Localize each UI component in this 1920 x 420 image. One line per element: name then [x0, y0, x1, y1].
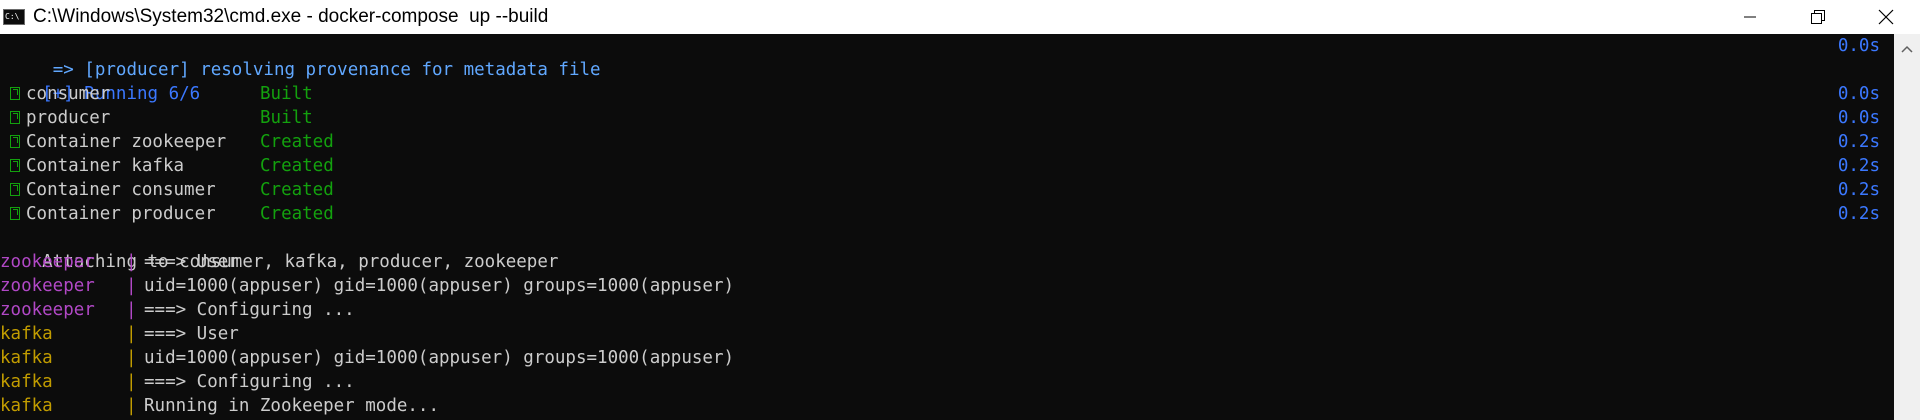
check-icon: [10, 207, 20, 220]
restore-icon: [1811, 10, 1825, 24]
attaching-line: Attaching to consumer, kafka, producer, …: [0, 226, 1894, 272]
task-time: 0.2s: [1837, 204, 1880, 224]
log-service-prefix: kafka: [0, 396, 53, 416]
log-line: zookeeper | ===> User: [0, 250, 1894, 274]
log-list: zookeeper | ===> User zookeeper | uid=1000(ap…: [0, 250, 1894, 418]
task-time: 0.2s: [1837, 132, 1880, 152]
log-message: ===> User: [144, 252, 239, 272]
task-status: Created: [260, 156, 334, 176]
log-line: zookeeper | uid=1000(appuser) gid=1000(app…: [0, 274, 1894, 298]
log-separator: |: [126, 324, 137, 344]
log-message: Running in Zookeeper mode...: [144, 396, 440, 416]
log-line: zookeeper | ===> Configuring ...: [0, 298, 1894, 322]
log-service-prefix: zookeeper: [0, 252, 95, 272]
cmd-app-icon[interactable]: C:\: [3, 9, 25, 25]
log-service-prefix: kafka: [0, 324, 53, 344]
check-icon: [10, 183, 20, 196]
build-step-time: 0.0s: [1837, 36, 1880, 56]
minimize-icon: [1744, 16, 1756, 18]
log-message: ===> Configuring ...: [144, 372, 355, 392]
log-service-prefix: kafka: [0, 372, 53, 392]
log-separator: |: [126, 396, 137, 416]
chevron-up-icon: [1901, 45, 1913, 53]
log-separator: |: [126, 348, 137, 368]
task-line: consumer Built 0.0s: [0, 82, 1894, 106]
task-status: Built: [260, 84, 313, 104]
task-status: Created: [260, 132, 334, 152]
task-time: 0.2s: [1837, 156, 1880, 176]
task-status: Built: [260, 108, 313, 128]
window-title: C:\Windows\System32\cmd.exe - docker-com…: [33, 6, 549, 27]
maximize-button[interactable]: [1784, 0, 1852, 34]
task-name: Container producer: [26, 204, 216, 224]
close-icon: [1878, 9, 1894, 25]
log-separator: |: [126, 300, 137, 320]
running-line: [+] Running 6/6: [0, 58, 1894, 104]
log-service-prefix: zookeeper: [0, 300, 95, 320]
task-status: Created: [260, 204, 334, 224]
task-time: 0.0s: [1837, 108, 1880, 128]
check-icon: [10, 87, 20, 100]
log-service-prefix: zookeeper: [0, 276, 95, 296]
log-message: uid=1000(appuser) gid=1000(appuser) grou…: [144, 348, 735, 368]
log-separator: |: [126, 276, 137, 296]
log-line: kafka | Running in Zookeeper mode...: [0, 394, 1894, 418]
task-line: Container producer Created 0.2s: [0, 202, 1894, 226]
check-icon: [10, 111, 20, 124]
vertical-scrollbar[interactable]: [1894, 34, 1920, 420]
task-time: 0.2s: [1837, 180, 1880, 200]
task-line: Container kafka Created 0.2s: [0, 154, 1894, 178]
task-name: Container consumer: [26, 180, 216, 200]
scroll-up-button[interactable]: [1894, 38, 1920, 60]
close-button[interactable]: [1852, 0, 1920, 34]
task-name: consumer: [26, 84, 111, 104]
log-message: uid=1000(appuser) gid=1000(appuser) grou…: [144, 276, 735, 296]
window-controls: [1716, 0, 1920, 34]
title-bar[interactable]: C:\ C:\Windows\System32\cmd.exe - docker…: [0, 0, 1920, 34]
task-line: Container zookeeper Created 0.2s: [0, 130, 1894, 154]
log-line: kafka | uid=1000(appuser) gid=1000(appuser…: [0, 346, 1894, 370]
check-icon: [10, 159, 20, 172]
check-icon: [10, 135, 20, 148]
log-message: ===> User: [144, 324, 239, 344]
minimize-button[interactable]: [1716, 0, 1784, 34]
build-step-line: => [producer] resolving provenance for m…: [0, 34, 1894, 80]
task-status: Created: [260, 180, 334, 200]
task-name: Container kafka: [26, 156, 185, 176]
task-list: consumer Built 0.0s producer Built 0.0s Contai…: [0, 82, 1894, 226]
log-line: kafka | ===> Configuring ...: [0, 370, 1894, 394]
log-message: ===> Configuring ...: [144, 300, 355, 320]
task-time: 0.0s: [1837, 84, 1880, 104]
log-separator: |: [126, 252, 137, 272]
log-service-prefix: kafka: [0, 348, 53, 368]
task-line: producer Built 0.0s: [0, 106, 1894, 130]
console-output[interactable]: => [producer] resolving provenance for m…: [0, 34, 1894, 420]
task-name: Container zookeeper: [26, 132, 227, 152]
task-line: Container consumer Created 0.2s: [0, 178, 1894, 202]
log-line: kafka | ===> User: [0, 322, 1894, 346]
task-name: producer: [26, 108, 111, 128]
log-separator: |: [126, 372, 137, 392]
